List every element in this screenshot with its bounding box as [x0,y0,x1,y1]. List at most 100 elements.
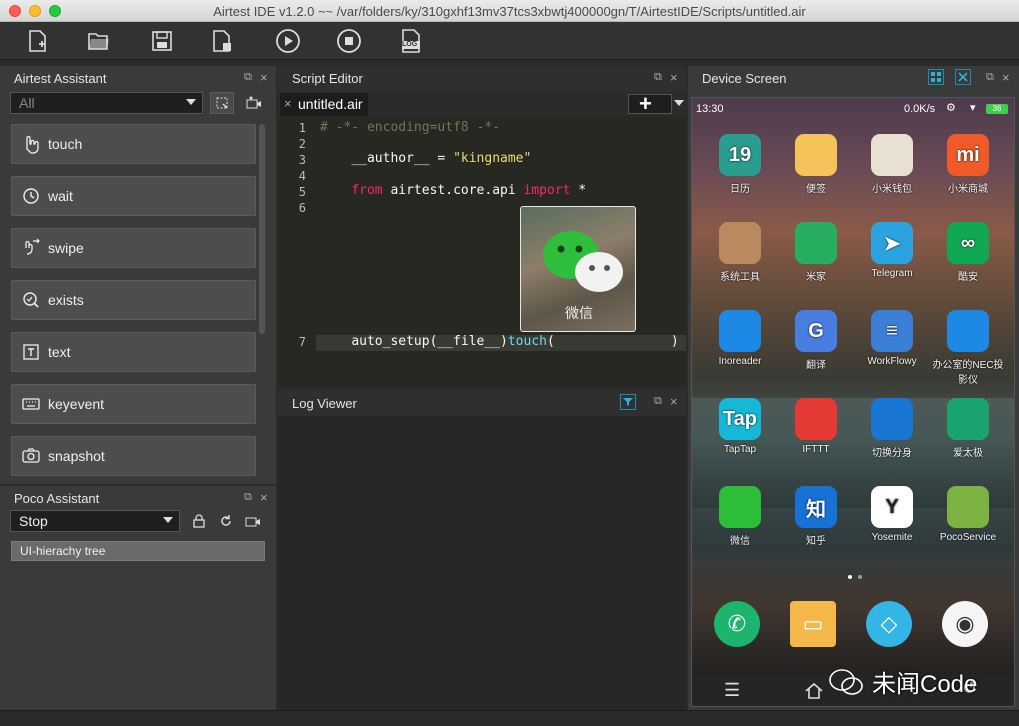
float-panel-icon[interactable]: ⧉ [244,491,252,504]
close-panel-icon[interactable]: × [670,70,678,85]
app-icon-5[interactable]: 米家 [780,222,852,283]
app-glyph: ∞ [947,222,989,264]
app-icon-4[interactable]: 系统工具 [704,222,776,283]
code-token: airtest.core.api [382,183,524,198]
app-icon-13[interactable]: IFTTT [780,398,852,455]
app-icon-18[interactable]: Y Yosemite [856,486,928,543]
status-network-speed: 0.0K/s [904,103,936,115]
new-tab-button[interactable]: + [628,93,672,115]
app-icon-3[interactable]: mi 小米商城 [932,134,1004,195]
tab-untitled[interactable]: × untitled.air [280,93,368,116]
float-panel-icon[interactable]: ⧉ [654,395,662,408]
log-icon[interactable]: LOG [397,27,425,55]
app-glyph [947,310,989,352]
page-indicator-dot [858,575,862,579]
template-image-thumbnail[interactable]: 微信 [520,206,636,332]
text-icon [23,344,39,360]
float-panel-icon[interactable]: ⧉ [244,71,252,84]
app-icon-10[interactable]: ≡ WorkFlowy [856,310,928,367]
select-region-button[interactable] [210,92,234,114]
run-icon[interactable] [274,27,302,55]
command-label: exists [48,292,84,308]
clock-icon [23,188,39,204]
float-panel-icon[interactable]: ⧉ [986,71,994,84]
app-icon-2[interactable]: 小米钱包 [856,134,928,195]
app-glyph [947,398,989,440]
app-icon-12[interactable]: Tap TapTap [704,398,776,455]
close-panel-icon[interactable]: × [1002,70,1010,85]
new-file-icon[interactable] [24,27,52,55]
command-touch-button[interactable]: touch [11,124,256,164]
close-panel-icon[interactable]: × [260,490,268,505]
command-swipe-button[interactable]: swipe [11,228,256,268]
close-panel-icon[interactable]: × [260,70,268,85]
command-label: keyevent [48,396,105,412]
app-glyph: 19 [719,134,761,176]
app-label: 酷安 [958,272,978,283]
app-icon-19[interactable]: PocoService [932,486,1004,543]
code-token: __author__ = [351,151,454,166]
panel-title: Log Viewer [292,395,357,411]
app-icon-15[interactable]: 爱太极 [932,398,1004,459]
command-text-button[interactable]: text [11,332,256,372]
status-time: 13:30 [696,103,724,115]
app-label: 日历 [730,184,750,195]
tab-close-icon[interactable]: × [284,96,292,111]
grid-icon [931,72,941,82]
device-tools-button[interactable] [955,69,971,85]
refresh-inspect-button[interactable] [214,510,238,532]
save-icon[interactable] [148,27,176,55]
command-snapshot-button[interactable]: snapshot [11,436,256,476]
command-exists-button[interactable]: exists [11,280,256,320]
lock-button[interactable] [187,510,211,532]
app-icon-0[interactable]: 19 日历 [704,134,776,195]
stop-icon[interactable] [335,27,363,55]
close-panel-icon[interactable]: × [670,394,678,409]
device-view-button[interactable] [928,69,944,85]
menu-icon[interactable]: ☰ [724,680,740,701]
phone-icon[interactable]: ✆ [714,601,760,647]
app-glyph: mi [947,134,989,176]
app-icon-11[interactable]: 办公室的NEC投影仪 [932,310,1004,386]
app-icon-1[interactable]: 便签 [780,134,852,195]
app-icon-7[interactable]: ∞ 酷安 [932,222,1004,283]
app-icon-8[interactable]: Inoreader [704,310,776,367]
app-glyph: Tap [719,398,761,440]
app-glyph [795,134,837,176]
camera-app-icon[interactable]: ◉ [942,601,988,647]
app-label: IFTTT [802,444,830,455]
app-label: 微信 [730,536,750,547]
float-panel-icon[interactable]: ⧉ [654,71,662,84]
poco-record-button[interactable] [241,510,265,532]
browser-icon[interactable]: ◇ [866,601,912,647]
filter-button[interactable] [620,394,636,410]
command-wait-button[interactable]: wait [11,176,256,216]
window-titlebar: Airtest IDE v1.2.0 ~~ /var/folders/ky/31… [0,0,1019,22]
app-label: Inoreader [718,356,762,367]
app-icon-16[interactable]: 微信 [704,486,776,547]
ui-hierarchy-tree-item[interactable]: UI-hierachy tree [11,541,265,561]
home-icon[interactable] [804,682,824,700]
command-keyevent-button[interactable]: keyevent [11,384,256,424]
keyboard-icon [22,398,40,410]
chevron-down-icon [186,99,196,105]
messages-icon[interactable]: ▭ [790,601,836,647]
command-list-scrollbar[interactable] [259,124,265,334]
assistant-mode-select[interactable]: All [10,92,203,114]
app-icon-17[interactable]: 知知乎 [780,486,852,547]
chevron-down-icon [163,517,173,523]
app-icon-14[interactable]: 切换分身 [856,398,928,459]
open-folder-icon[interactable] [86,27,114,55]
code-token: ) [670,334,679,349]
app-label: 知乎 [806,536,826,547]
app-label: TapTap [723,444,757,455]
record-button[interactable] [242,92,266,114]
save-as-icon[interactable] [208,27,236,55]
chevron-down-icon[interactable] [674,100,684,106]
app-icon-6[interactable]: ➤ Telegram [856,222,928,279]
app-icon-9[interactable]: G 翻译 [780,310,852,371]
poco-mode-select[interactable]: Stop [10,510,180,532]
phone-screen[interactable]: 13:30 0.0K/s ⚙ ▾ 36 19 日历 便签 小米钱包 mi 小米商城 系统工具… [691,97,1015,707]
app-glyph [719,486,761,528]
command-label: wait [48,188,73,204]
